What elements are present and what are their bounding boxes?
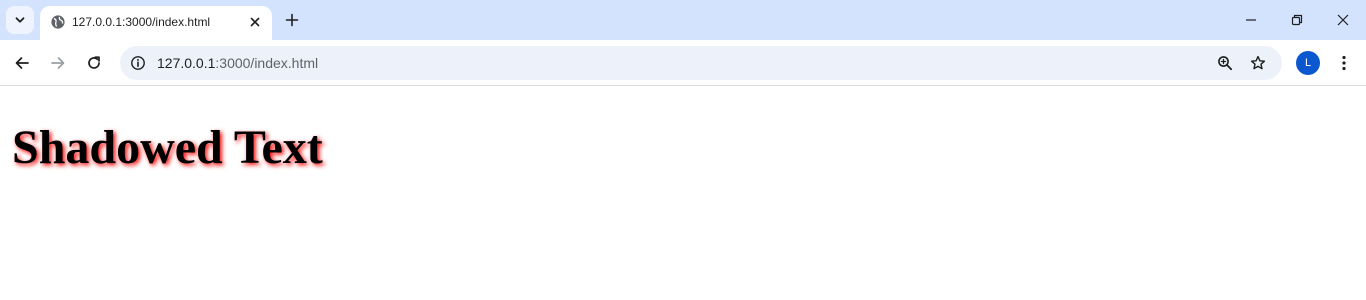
url-path: :3000/index.html (215, 55, 319, 71)
tab-strip: 127.0.0.1:3000/index.html (0, 0, 1366, 40)
minimize-button[interactable] (1228, 0, 1274, 40)
zoom-button[interactable] (1211, 49, 1239, 77)
more-vertical-icon (1342, 55, 1346, 71)
back-button[interactable] (6, 47, 38, 79)
page-content: Shadowed Text (0, 87, 1366, 300)
info-icon (131, 56, 145, 70)
reload-icon (88, 56, 100, 69)
profile-avatar[interactable]: L (1296, 51, 1320, 75)
url-host: 127.0.0.1 (157, 55, 216, 71)
plus-icon (285, 13, 299, 27)
restore-icon (1291, 14, 1303, 26)
star-icon (1250, 55, 1266, 70)
zoom-in-icon (1218, 56, 1233, 71)
reload-button[interactable] (78, 47, 110, 79)
browser-tab[interactable]: 127.0.0.1:3000/index.html (40, 6, 272, 40)
new-tab-button[interactable] (280, 8, 304, 32)
close-window-button[interactable] (1320, 0, 1366, 40)
bookmark-button[interactable] (1244, 49, 1272, 77)
minimize-icon (1246, 19, 1256, 21)
restore-button[interactable] (1274, 0, 1320, 40)
browser-toolbar: 127.0.0.1:3000/index.html L (0, 40, 1366, 86)
chevron-down-icon (15, 17, 25, 23)
globe-icon (50, 14, 66, 30)
shadowed-heading: Shadowed Text (12, 121, 323, 174)
tab-title: 127.0.0.1:3000/index.html (72, 15, 211, 29)
arrow-left-icon (15, 57, 29, 69)
close-tab-icon[interactable] (246, 13, 264, 31)
arrow-right-icon (51, 57, 65, 69)
url-text[interactable]: 127.0.0.1:3000/index.html (157, 55, 318, 71)
address-bar[interactable]: 127.0.0.1:3000/index.html (120, 46, 1282, 80)
browser-menu-button[interactable] (1332, 47, 1356, 79)
site-info-button[interactable] (124, 49, 152, 77)
close-icon (1337, 14, 1349, 26)
forward-button[interactable] (42, 47, 74, 79)
tab-search-button[interactable] (6, 6, 34, 34)
